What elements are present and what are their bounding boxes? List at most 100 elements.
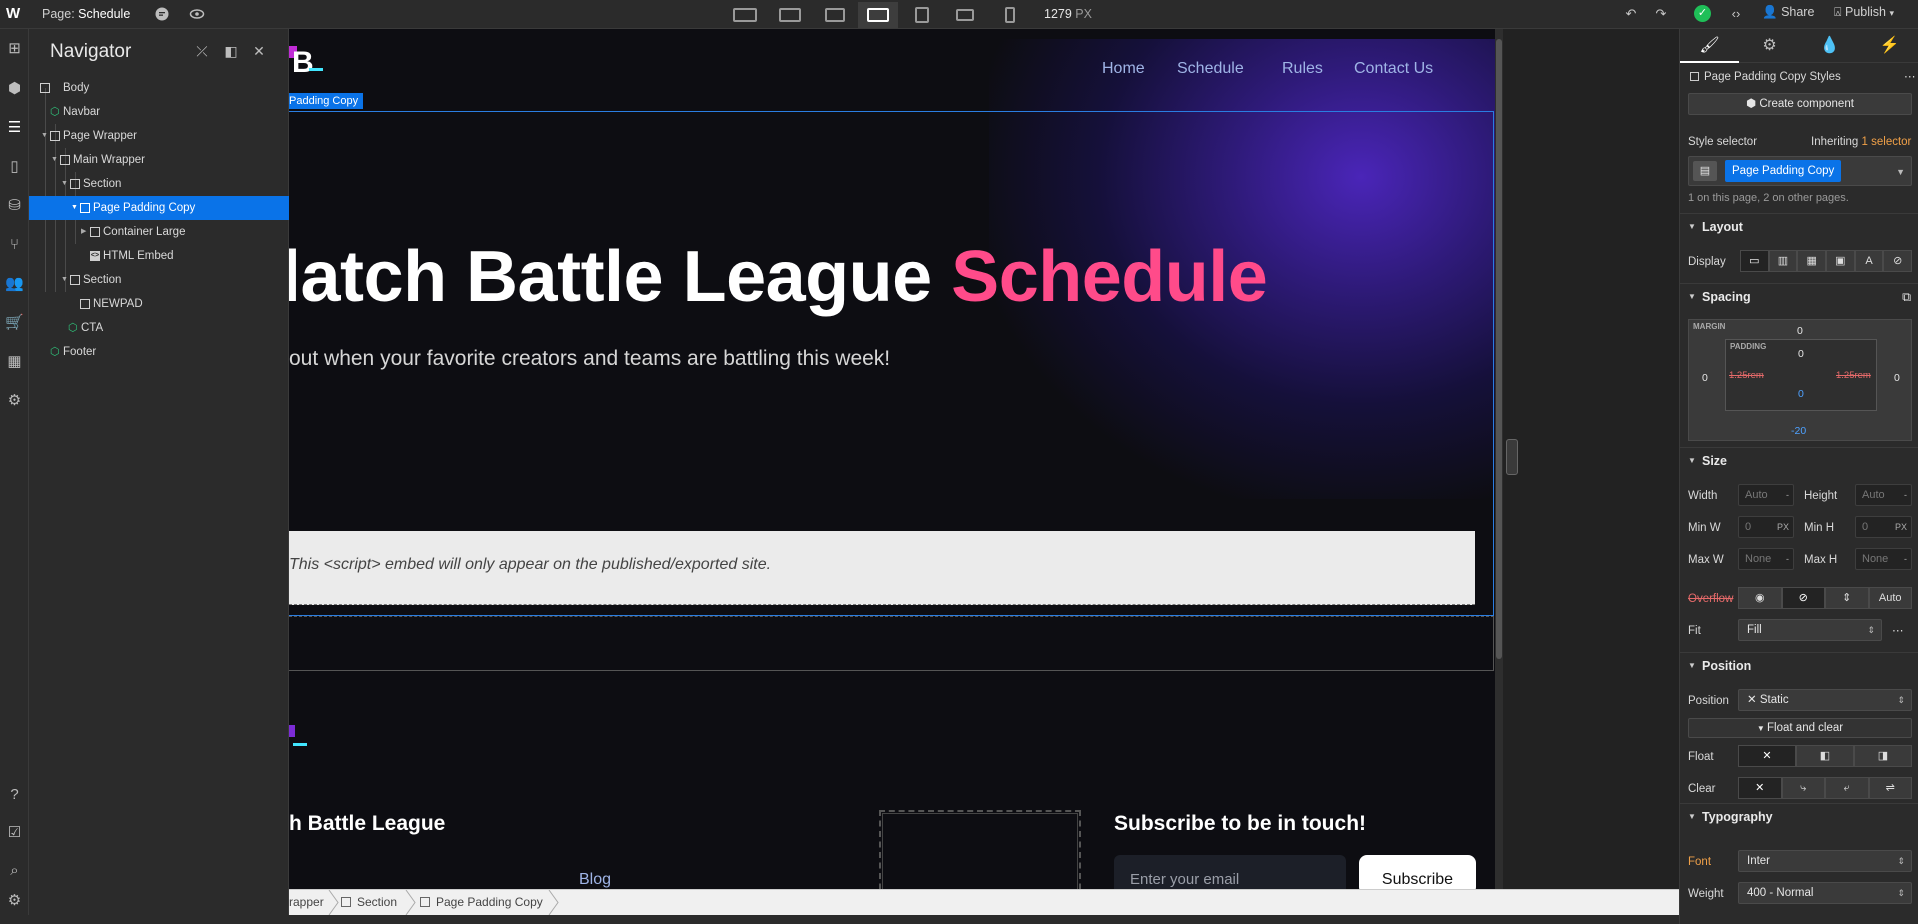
canvas-width-readout[interactable]: 1279 PX [1044, 7, 1092, 21]
padding-top-value[interactable]: 0 [1798, 348, 1804, 360]
position-select[interactable]: ✕ Static ⇕ [1738, 689, 1912, 711]
clear-left-icon[interactable]: ⤷ [1781, 777, 1825, 799]
tree-item-page-wrapper[interactable]: ▼ Page Wrapper [29, 124, 289, 148]
section-layout[interactable]: ▼ Layout [1680, 213, 1918, 239]
undo-icon[interactable]: ↶ [1622, 6, 1640, 22]
canvas-resize-handle[interactable] [1506, 439, 1518, 475]
footer-link-blog[interactable]: Blog [579, 871, 611, 889]
tab-style-manager-drops-icon[interactable]: 💧 [1800, 29, 1859, 63]
margin-left-value[interactable]: 0 [1702, 372, 1708, 384]
tree-item-footer[interactable]: ⬡ Footer [29, 340, 289, 364]
clear-none-x-icon[interactable]: ✕ [1738, 777, 1782, 799]
tree-item-body[interactable]: Body [29, 76, 289, 100]
footer-empty-block[interactable] [879, 810, 1081, 889]
footer-logo[interactable] [289, 721, 319, 751]
display-none-icon[interactable]: ⊘ [1883, 250, 1913, 272]
nav-link-contact-us[interactable]: Contact Us [1354, 60, 1433, 78]
breakpoint-mobile-landscape-icon[interactable] [945, 2, 985, 28]
overflow-visible-eye-icon[interactable]: ◉ [1738, 587, 1782, 609]
breadcrumb-section[interactable]: Section [341, 895, 397, 909]
redo-icon[interactable]: ↷ [1652, 6, 1670, 22]
page-selector[interactable]: Page: Schedule [42, 7, 130, 21]
caret-right-icon[interactable]: ▶ [81, 220, 89, 244]
html-embed-placeholder[interactable]: This <script> embed will only appear on … [289, 531, 1475, 605]
breadcrumb-page-padding-copy[interactable]: Page Padding Copy [420, 895, 543, 909]
breakpoint-tablet-icon[interactable] [902, 2, 942, 28]
tab-settings-gear-icon[interactable]: ⚙ [1740, 29, 1799, 63]
tab-interactions-bolt-icon[interactable]: ⚡ [1860, 29, 1918, 63]
display-inline-block-icon[interactable]: ▣ [1826, 250, 1855, 272]
breakpoint-desktop-large-icon[interactable] [815, 2, 855, 28]
breadcrumb-page-wrapper[interactable]: rapper [289, 895, 324, 909]
scrollbar-thumb[interactable] [1496, 39, 1502, 659]
apps-icon[interactable]: ⚙ [5, 891, 24, 910]
site-logo[interactable]: B [289, 44, 329, 74]
font-select[interactable]: Inter ⇕ [1738, 850, 1912, 872]
publish-button[interactable]: ⍓ Publish ▾ [1834, 5, 1894, 20]
close-icon[interactable]: ✕ [251, 43, 267, 59]
caret-down-icon[interactable]: ▼ [61, 268, 69, 292]
logic-icon[interactable]: ⑂ [5, 235, 24, 254]
nav-link-home[interactable]: Home [1102, 60, 1145, 78]
fit-more-icon[interactable]: ⋯ [1892, 623, 1904, 637]
hero-subtitle[interactable]: out when your favorite creators and team… [289, 347, 890, 371]
tree-item-newpad[interactable]: NEWPAD [29, 292, 289, 316]
users-icon[interactable]: 👥 [5, 274, 24, 293]
section-position[interactable]: ▼ Position [1680, 652, 1918, 678]
spacing-mode-icon[interactable]: ⧉ [1902, 284, 1911, 310]
float-left-icon[interactable]: ◧ [1796, 745, 1854, 767]
padding-left-value[interactable]: 1.25rem [1729, 370, 1764, 381]
min-width-field[interactable]: 0 PX [1738, 516, 1794, 538]
audit-checklist-icon[interactable]: ☑ [5, 823, 24, 842]
breakpoint-desktop-xxl-icon[interactable] [725, 2, 765, 28]
overflow-hidden-eye-icon[interactable]: ⊘ [1781, 587, 1825, 609]
more-options-icon[interactable]: ⋯ [1904, 69, 1916, 83]
tree-item-container-large[interactable]: ▶ Container Large [29, 220, 289, 244]
width-field[interactable]: Auto - [1738, 484, 1794, 506]
search-icon[interactable]: ⌕ [5, 861, 24, 880]
overflow-auto-button[interactable]: Auto [1868, 587, 1912, 609]
float-right-icon[interactable]: ◨ [1854, 745, 1912, 767]
tree-item-section[interactable]: ▼ Section [29, 172, 289, 196]
ecommerce-icon[interactable]: 🛒 [5, 313, 24, 332]
caret-down-icon[interactable]: ▼ [51, 148, 59, 172]
tree-item-cta[interactable]: ⬡ CTA [29, 316, 289, 340]
tree-item-main-wrapper[interactable]: ▼ Main Wrapper [29, 148, 289, 172]
comments-icon[interactable] [153, 6, 171, 22]
settings-icon[interactable]: ⚙ [5, 391, 24, 410]
clear-both-icon[interactable]: ⇌ [1868, 777, 1912, 799]
dock-panel-icon[interactable]: ◧ [223, 43, 239, 59]
tab-style-brush-icon[interactable]: 🖌 [1680, 29, 1739, 63]
tree-item-navbar[interactable]: ⬡ Navbar [29, 100, 289, 124]
display-inline-icon[interactable]: A [1854, 250, 1884, 272]
newpad-section[interactable] [289, 616, 1494, 671]
max-width-field[interactable]: None - [1738, 548, 1794, 570]
weight-select[interactable]: 400 - Normal ⇕ [1738, 882, 1912, 904]
cms-icon[interactable]: ⛁ [5, 196, 24, 215]
help-icon[interactable]: ? [5, 785, 24, 804]
components-icon[interactable]: ⬢ [5, 79, 24, 98]
assets-icon[interactable]: ▦ [5, 352, 24, 371]
selector-chip[interactable]: Page Padding Copy [1725, 160, 1842, 182]
breakpoint-mobile-portrait-icon[interactable] [990, 2, 1030, 28]
design-canvas[interactable]: B Padding Copy Home Schedule Rules Conta… [289, 29, 1495, 889]
fit-select[interactable]: Fill ⇕ [1738, 619, 1882, 641]
email-input[interactable]: Enter your email [1114, 855, 1346, 889]
selected-element-tag[interactable]: Padding Copy [289, 93, 364, 109]
section-size[interactable]: ▼ Size [1680, 447, 1918, 473]
tree-item-page-padding-copy[interactable]: ▼ Page Padding Copy [29, 196, 289, 220]
margin-right-value[interactable]: 0 [1894, 372, 1900, 384]
inheriting-note[interactable]: Inheriting 1 selector [1811, 136, 1911, 148]
nav-link-rules[interactable]: Rules [1282, 60, 1323, 78]
subscribe-button[interactable]: Subscribe [1359, 855, 1476, 889]
create-component-button[interactable]: ⬢ Create component [1688, 93, 1912, 115]
margin-bottom-value[interactable]: -20 [1791, 425, 1806, 437]
tree-item-section-2[interactable]: ▼ Section [29, 268, 289, 292]
float-none-x-icon[interactable]: ✕ [1738, 745, 1796, 767]
chevron-down-icon[interactable]: ▼ [1896, 162, 1905, 182]
breakpoint-desktop-xl-icon[interactable] [770, 2, 810, 28]
min-height-field[interactable]: 0 PX [1855, 516, 1912, 538]
display-block-icon[interactable]: ▭ [1740, 250, 1769, 272]
pages-icon[interactable]: ▯ [5, 157, 24, 176]
code-export-icon[interactable]: ‹› [1727, 6, 1745, 22]
